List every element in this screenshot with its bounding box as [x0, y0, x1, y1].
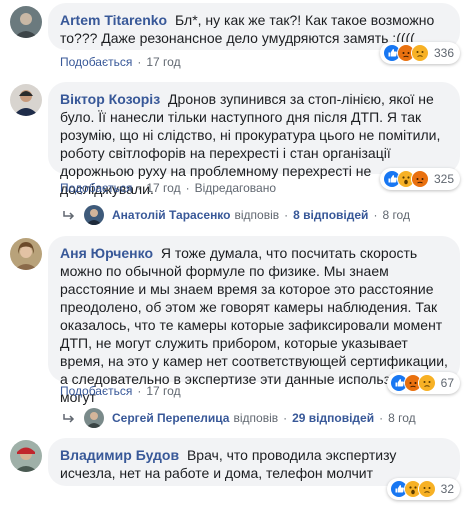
reply-arrow-icon	[63, 211, 75, 220]
reply-arrow-icon	[63, 414, 75, 423]
reply-count[interactable]: 8 відповідей	[293, 208, 368, 222]
reply-count[interactable]: 29 відповідей	[292, 411, 374, 425]
reaction-count: 325	[433, 172, 454, 186]
sad-reaction-icon	[417, 374, 436, 392]
separator: ·	[137, 384, 142, 398]
like-link[interactable]: Подобається	[60, 55, 132, 69]
reaction-summary[interactable]: 336	[379, 42, 460, 64]
angry-reaction-icon	[410, 170, 429, 188]
reply-verb: відповів	[234, 208, 280, 222]
comment-author[interactable]: Artem Titarenko	[60, 12, 167, 28]
reaction-summary[interactable]: 325	[379, 168, 460, 190]
timestamp[interactable]: 17 год	[146, 181, 180, 195]
comment-author[interactable]: Владимир Будов	[60, 447, 179, 463]
separator: ·	[379, 411, 384, 425]
avatar[interactable]	[10, 84, 42, 116]
separator: ·	[185, 181, 190, 195]
reply-verb: відповів	[233, 411, 279, 425]
comment-author[interactable]: Віктор Козоріз	[60, 91, 160, 107]
reply-avatar	[84, 205, 104, 225]
reply-time: 8 год	[382, 208, 410, 222]
separator: ·	[137, 55, 142, 69]
comment-meta: Подобається · 17 год · Відредаговано	[60, 181, 276, 195]
sad-reaction-icon	[417, 480, 436, 498]
replies-link[interactable]: Анатолій Тарасенко відповів · 8 відповід…	[62, 205, 410, 225]
like-link[interactable]: Подобається	[60, 181, 132, 195]
separator: ·	[373, 208, 378, 222]
reaction-summary[interactable]: 67	[386, 372, 460, 394]
reaction-summary[interactable]: 32	[386, 478, 460, 500]
timestamp[interactable]: 17 год	[146, 55, 180, 69]
comment-meta: Подобається · 17 год	[60, 384, 181, 398]
separator: ·	[283, 411, 288, 425]
replies-link[interactable]: Сергей Перепелица відповів · 29 відповід…	[62, 408, 416, 428]
sad-reaction-icon	[410, 44, 429, 62]
reply-author[interactable]: Анатолій Тарасенко	[112, 208, 231, 222]
reaction-count: 32	[440, 482, 454, 496]
reaction-count: 336	[433, 46, 454, 60]
avatar[interactable]	[10, 440, 42, 472]
separator: ·	[137, 181, 142, 195]
reply-avatar	[84, 408, 104, 428]
reply-author[interactable]: Сергей Перепелица	[112, 411, 229, 425]
avatar[interactable]	[10, 238, 42, 270]
timestamp[interactable]: 17 год	[146, 384, 180, 398]
separator: ·	[284, 208, 289, 222]
like-link[interactable]: Подобається	[60, 384, 132, 398]
comment-author[interactable]: Аня Юрченко	[60, 245, 153, 261]
reaction-count: 67	[440, 376, 454, 390]
comment-bubble: Аня Юрченко Я тоже думала, что посчитать…	[48, 236, 460, 405]
reply-time: 8 год	[388, 411, 416, 425]
comment-bubble: Віктор Козоріз Дронов зупинився за стоп-…	[48, 82, 460, 197]
comment-meta: Подобається · 17 год	[60, 55, 181, 69]
avatar[interactable]	[10, 6, 42, 38]
edited-label[interactable]: Відредаговано	[195, 181, 276, 195]
